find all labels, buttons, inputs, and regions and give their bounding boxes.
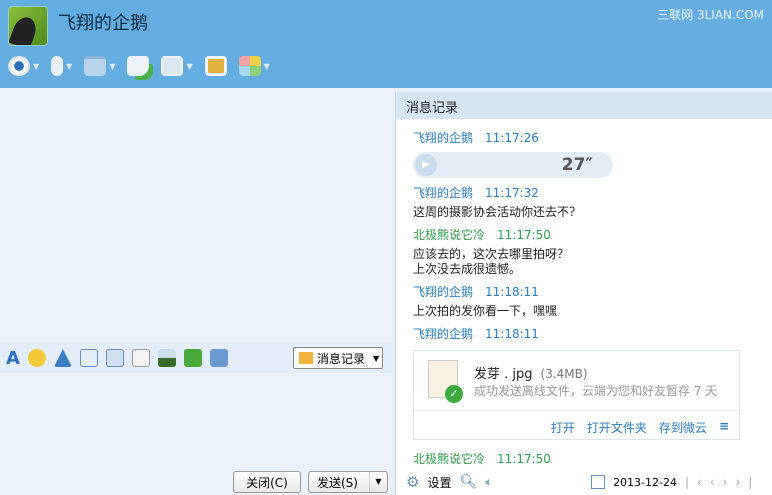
chevron-down-icon: ▼ bbox=[109, 61, 116, 71]
apps-button[interactable]: ▼ bbox=[238, 56, 270, 76]
apps-grid-icon bbox=[238, 56, 261, 76]
create-discussion-button[interactable] bbox=[127, 56, 150, 76]
chevron-down-icon: ▼ bbox=[33, 61, 40, 71]
open-folder-link[interactable]: 打开文件夹 bbox=[587, 419, 647, 436]
pagination-icon[interactable]: |‹‹››| bbox=[685, 475, 760, 489]
message-line: 应该去的，这次去哪里拍呀？ bbox=[413, 247, 570, 261]
message-line: 上次没去成很遗憾。 bbox=[413, 262, 522, 276]
video-call-button[interactable]: ▼ bbox=[8, 56, 39, 76]
file-status: 成功发送离线文件，云端为您和好友暂存 7 天 bbox=[474, 384, 718, 398]
screenshot-icon[interactable] bbox=[79, 349, 98, 367]
send-file-button[interactable]: ▼ bbox=[84, 56, 115, 76]
history-date: 2013-12-24 bbox=[613, 475, 677, 489]
contact-name: 飞翔的企鹅 bbox=[58, 13, 148, 34]
title-bar: 飞翔的企鹅 三联网 3LIAN.COM ▼ ▼ ▼ ▼ ▼ bbox=[0, 0, 772, 88]
chat-toolbar: ▼ ▼ ▼ ▼ ▼ bbox=[8, 56, 270, 76]
share-screen-icon bbox=[204, 56, 227, 76]
message-meta: 北极熊说它冷 11:17:50 bbox=[413, 228, 551, 242]
message-list[interactable]: 飞翔的企鹅 11:17:26 ▶ 27″ 飞翔的企鹅 11:17:32 这周的摄影协会… bbox=[396, 119, 772, 467]
file-size: (3.4MB) bbox=[540, 367, 588, 381]
voice-call-button[interactable]: ▼ bbox=[51, 56, 72, 76]
remote-desktop-button[interactable]: ▼ bbox=[161, 56, 193, 76]
file-card: ✓ 发芽 . jpg (3.4MB) 成功发送离线文件，云端为您和好友暂存 7 天… bbox=[413, 350, 740, 440]
history-icon bbox=[299, 352, 313, 364]
settings-label[interactable]: 设置 bbox=[427, 474, 451, 491]
message-meta: 飞翔的企鹅 11:18:11 bbox=[413, 327, 539, 341]
note-icon[interactable] bbox=[131, 349, 150, 367]
monitor-icon bbox=[161, 56, 184, 76]
save-to-cloud-link[interactable]: 存到微云 bbox=[659, 419, 707, 436]
emoji-icon[interactable] bbox=[27, 349, 46, 367]
menu-icon[interactable]: ≡ bbox=[719, 419, 729, 436]
message-text: 上次拍的发你看一下，嘿嘿 bbox=[413, 304, 558, 318]
play-icon[interactable]: ▶ bbox=[415, 154, 437, 176]
history-title: 消息记录 bbox=[396, 92, 772, 119]
message-history-button[interactable]: 消息记录 ▼ bbox=[293, 347, 383, 369]
webcam-icon bbox=[8, 56, 30, 76]
message-meta: 飞翔的企鹅 11:18:11 bbox=[413, 285, 539, 299]
voice-message-icon[interactable] bbox=[105, 349, 124, 367]
remote-assist-icon[interactable] bbox=[209, 349, 228, 367]
chevron-down-icon: ▼ bbox=[186, 61, 193, 71]
calendar-icon[interactable] bbox=[591, 475, 606, 489]
message-meta: 飞翔的企鹅 11:17:26 bbox=[413, 131, 539, 145]
close-button[interactable]: 关闭(C) bbox=[233, 471, 301, 493]
watermark: 三联网 3LIAN.COM bbox=[657, 8, 764, 22]
magic-icon[interactable] bbox=[53, 349, 72, 367]
send-options-chevron-icon[interactable]: ▼ bbox=[369, 472, 387, 492]
message-input-area[interactable] bbox=[0, 88, 393, 495]
chevron-down-icon: ▼ bbox=[373, 353, 380, 363]
message-text: 应该去的，这次去哪里拍呀？ 上次没去成很遗憾。 bbox=[413, 247, 772, 277]
chat-add-icon bbox=[127, 56, 150, 76]
send-button[interactable]: 发送(S) ▼ bbox=[308, 471, 388, 493]
history-footer: ⚙ 设置 🔍︎ 🔈︎ 2013-12-24 |‹‹››| bbox=[396, 469, 772, 495]
font-icon[interactable]: A bbox=[6, 348, 20, 369]
voice-duration: 27″ bbox=[561, 155, 593, 175]
share-screen-button[interactable] bbox=[204, 56, 227, 76]
image-file-icon: ✓ bbox=[428, 360, 463, 403]
send-label: 发送(S) bbox=[317, 475, 358, 490]
voice-message[interactable]: ▶ 27″ bbox=[413, 152, 613, 178]
image-icon[interactable] bbox=[157, 349, 176, 367]
file-name: 发芽 . jpg (3.4MB) bbox=[474, 367, 588, 382]
message-meta: 飞翔的企鹅 11:17:32 bbox=[413, 186, 539, 200]
microphone-icon bbox=[51, 56, 64, 76]
chevron-down-icon: ▼ bbox=[66, 61, 73, 71]
search-icon[interactable]: 🔍︎ bbox=[459, 474, 477, 490]
gear-icon[interactable]: ⚙ bbox=[406, 473, 419, 491]
chevron-down-icon: ▼ bbox=[263, 61, 270, 71]
message-text: 这周的摄影协会活动你还去不？ bbox=[413, 205, 582, 219]
check-icon: ✓ bbox=[445, 385, 463, 403]
open-file-link[interactable]: 打开 bbox=[551, 419, 575, 436]
avatar[interactable] bbox=[8, 6, 48, 46]
speaker-icon[interactable]: 🔈︎ bbox=[485, 475, 493, 490]
music-icon[interactable] bbox=[183, 349, 202, 367]
history-panel: 消息记录 飞翔的企鹅 11:17:26 ▶ 27″ 飞翔的企鹅 11:17:32 这周… bbox=[395, 92, 772, 495]
history-label: 消息记录 bbox=[317, 351, 366, 366]
folder-icon bbox=[84, 56, 107, 76]
message-meta: 北极熊说它冷 11:17:50 bbox=[413, 452, 551, 466]
